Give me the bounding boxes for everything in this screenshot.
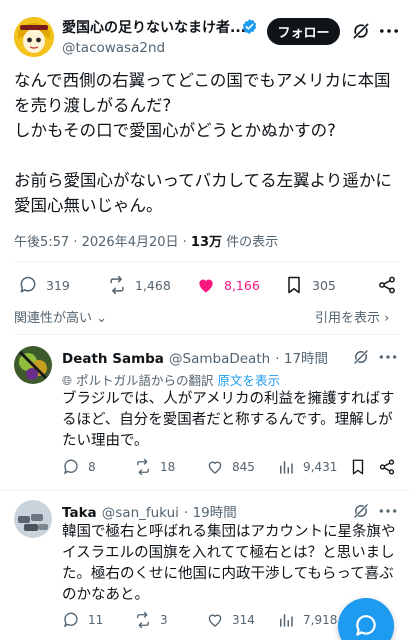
post-text: なんで西側の右翼ってどこの国でもアメリカに本国 を売り渡しがるんだ? しかもその… [14,71,392,215]
divider [14,334,400,335]
author-avatar[interactable] [14,17,54,57]
repost-icon [137,611,149,629]
like-count: 8,166 [224,277,260,293]
translation-notice: 🌐︎ ポルトガル語からの翻訳 原文を表示 [62,370,280,389]
repost-count: 1,468 [135,277,171,293]
sort-relevance-label: 関連性が高い [14,311,93,326]
reply-button[interactable]: 11 [62,611,103,629]
post-date[interactable]: 2026年4月20日 [82,235,179,250]
views-count: 7,918 [303,613,338,627]
views-count: 13万 [190,235,223,250]
grok-icon[interactable] [352,502,370,520]
repost-button[interactable]: 3 [134,611,168,629]
views-chart-icon [280,461,293,474]
like-count: 314 [232,613,255,627]
divider [0,490,411,491]
post-time[interactable]: 午後5:57 [14,235,69,250]
reply-author-handle[interactable]: @SambaDeath [169,351,270,367]
reply-text: ブラジルでは、人がアメリカの利益を擁護すればす るほど、自分を愛国者だと称するん… [62,391,395,449]
globe-icon: 🌐︎ [62,373,73,388]
reply-text: 韓国で極右と呼ばれる集団はアカウントに星条旗や イスラエルの国旗を入れてて極右と… [62,524,396,603]
reply-icon [63,459,78,475]
reply-avatar[interactable] [14,500,52,538]
more-options-icon[interactable] [378,350,398,364]
view-quotes-link[interactable]: 引用を表示 › [315,307,389,326]
views-button[interactable]: 7,918 [277,611,337,629]
reply-header: Taka @san_fukui · 19時間 [62,501,237,521]
show-original-link[interactable]: 原文を表示 [218,373,281,388]
reply-time[interactable]: · 19時間 [184,505,237,521]
repost-count: 18 [160,460,176,474]
share-icon[interactable] [378,458,396,476]
translated-from-label: ポルトガル語からの翻訳 [76,373,214,388]
views-label: 件の表示 [226,235,279,250]
like-button[interactable]: 314 [206,611,255,629]
reply-avatar[interactable] [14,346,52,384]
reply-author-name[interactable]: Taka [62,505,97,521]
chevron-right-icon: › [384,311,390,326]
heart-filled-icon [199,279,213,293]
views-button[interactable]: 9,431 [277,458,337,476]
reply-action-bar: 8 18 845 9,431 [62,458,402,480]
views-chart-icon [280,614,293,627]
reply-action-bar: 11 3 314 7,918 [62,611,342,633]
author-handle[interactable]: @tacowasa2nd [62,40,165,56]
reply-count: 319 [46,277,70,293]
repost-button[interactable]: 1,468 [107,275,171,295]
sort-relevance-dropdown[interactable]: 関連性が高い ⌄ [14,307,107,326]
reply-author-handle[interactable]: @san_fukui [102,505,179,521]
reply-icon [63,612,78,628]
like-count: 845 [232,460,255,474]
reply-author-name[interactable]: Death Samba [62,351,164,367]
reply-header: Death Samba @SambaDeath · 17時間 [62,347,328,367]
repost-button[interactable]: 18 [134,458,175,476]
follow-button[interactable]: フォロー [267,18,340,45]
verified-badge-icon [242,19,257,34]
reply-time[interactable]: · 17時間 [275,351,328,367]
share-icon[interactable] [377,275,397,295]
grok-icon[interactable] [352,348,370,366]
views-count: 9,431 [303,460,338,474]
repost-icon [110,275,124,295]
view-quotes-label: 引用を表示 [315,311,381,326]
heart-icon [208,461,222,474]
more-options-icon[interactable] [378,504,398,518]
bookmark-icon [288,276,300,294]
grok-icon[interactable] [351,21,371,41]
reply-icon [20,276,36,293]
reply-button[interactable]: 319 [18,275,70,295]
bookmark-count: 305 [312,277,336,293]
heart-icon [208,614,222,627]
reply-count: 11 [88,613,104,627]
reply-compose-icon [356,615,376,636]
post-action-bar: 319 1,468 8,166 305 [0,273,411,299]
divider [14,261,400,262]
bookmark-icon[interactable] [349,458,367,476]
bookmark-button[interactable]: 305 [284,275,336,295]
chevron-down-icon: ⌄ [96,311,108,326]
repost-count: 3 [160,613,168,627]
author-display-name[interactable]: 愛国心の足りないなまけ者... [62,17,247,37]
repost-icon [137,458,149,476]
like-button[interactable]: 8,166 [196,275,260,295]
post-meta: 午後5:57 · 2026年4月20日 · 13万 件の表示 [14,235,279,250]
more-options-icon[interactable] [378,22,400,40]
reply-button[interactable]: 8 [62,458,96,476]
like-button[interactable]: 845 [206,458,255,476]
reply-count: 8 [88,460,96,474]
